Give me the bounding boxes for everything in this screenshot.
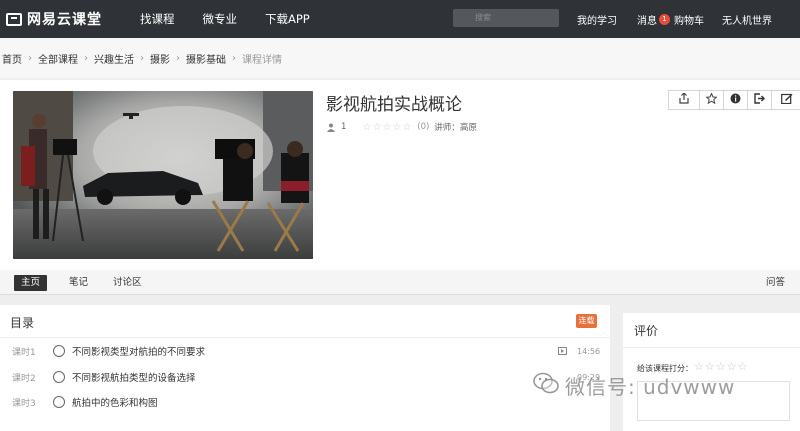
- review-count: (0): [417, 122, 430, 132]
- nav-micro-major[interactable]: 微专业: [203, 11, 238, 27]
- breadcrumb: 首页 › 全部课程 › 兴趣生活 › 摄影 › 摄影基础 › 课程详情: [0, 38, 800, 78]
- logo-text: 网易云课堂: [27, 12, 102, 28]
- tab-forum[interactable]: 讨论区: [113, 275, 142, 291]
- user-nav: 我的学习 消息 1 购物车 无人机世界: [577, 0, 800, 38]
- lesson-number: 课时2: [12, 373, 36, 384]
- share-button[interactable]: [668, 90, 700, 110]
- edit-button[interactable]: [771, 90, 800, 110]
- top-nav-bar: 网易云课堂 找课程 微专业 下载APP 搜索 我的学习 消息 1 购物车 无人机…: [0, 0, 800, 38]
- message-count-badge: 1: [659, 13, 670, 25]
- catalog-title: 目录: [10, 316, 35, 330]
- tab-notes[interactable]: 笔记: [69, 275, 88, 291]
- info-icon: [730, 93, 741, 107]
- info-button[interactable]: [723, 90, 748, 110]
- course-cover-image: [13, 91, 313, 259]
- logo[interactable]: 网易云课堂: [6, 9, 116, 29]
- my-study-link[interactable]: 我的学习: [577, 12, 617, 27]
- lesson-name[interactable]: 不同影视航拍类型的设备选择: [72, 370, 196, 384]
- share-icon: [679, 92, 689, 107]
- lesson-duration: 14:56: [577, 346, 601, 356]
- progress-circle-icon: [53, 371, 65, 383]
- breadcrumb-photo-basics[interactable]: 摄影基础: [186, 51, 226, 66]
- breadcrumb-separator: ›: [232, 52, 236, 64]
- lecturer-name[interactable]: 高原: [460, 121, 477, 133]
- breadcrumb-current: 课程详情: [242, 54, 282, 66]
- course-action-buttons: [668, 90, 800, 110]
- progress-circle-icon: [53, 396, 65, 408]
- student-count: 1: [341, 122, 347, 132]
- progress-circle-icon: [53, 345, 65, 357]
- tab-home[interactable]: 主页: [14, 275, 47, 291]
- exit-icon: [754, 93, 765, 107]
- lesson-number: 课时1: [12, 347, 36, 358]
- video-icon: [558, 347, 567, 355]
- breadcrumb-interest[interactable]: 兴趣生活: [94, 51, 134, 66]
- lesson-name[interactable]: 不同影视类型对航拍的不同要求: [72, 344, 205, 358]
- breadcrumb-separator: ›: [84, 52, 88, 64]
- messages-link[interactable]: 消息: [637, 12, 657, 27]
- course-rating-stars: ☆☆☆☆☆: [362, 121, 413, 133]
- wechat-watermark: 微信号: udvwww: [533, 371, 735, 400]
- breadcrumb-home[interactable]: 首页: [2, 51, 22, 66]
- watermark-text: 微信号: udvwww: [565, 375, 736, 399]
- divider: [0, 337, 610, 338]
- tab-qa[interactable]: 问答: [766, 275, 785, 291]
- lesson-item[interactable]: 课时3 航拍中的色彩和构图: [0, 393, 610, 411]
- cart-link[interactable]: 购物车: [674, 12, 704, 27]
- lecturer-label: 讲师：: [434, 123, 460, 133]
- serial-status-badge: 连载: [576, 314, 597, 328]
- star-icon: [705, 92, 718, 107]
- breadcrumb-separator: ›: [176, 52, 180, 64]
- breadcrumb-separator: ›: [28, 52, 32, 64]
- course-meta: 1 ☆☆☆☆☆ (0) 讲师： 高原: [327, 121, 477, 133]
- search-input[interactable]: 搜索: [453, 9, 559, 27]
- user-icon: [327, 123, 335, 132]
- nav-find-courses[interactable]: 找课程: [140, 11, 175, 27]
- logo-icon: [6, 12, 22, 26]
- breadcrumb-photography[interactable]: 摄影: [150, 51, 170, 66]
- lesson-item[interactable]: 课时2 不同影视航拍类型的设备选择 09:29: [0, 368, 610, 386]
- nav-download-app[interactable]: 下载APP: [265, 11, 310, 27]
- course-header-card: 影视航拍实战概论 1 ☆☆☆☆☆ (0) 讲师： 高原: [0, 80, 800, 270]
- rating-title: 评价: [634, 324, 659, 338]
- exit-button[interactable]: [747, 90, 772, 110]
- username-link[interactable]: 无人机世界: [722, 12, 772, 27]
- lesson-item[interactable]: 课时1 不同影视类型对航拍的不同要求 14:56: [0, 342, 610, 360]
- lesson-number: 课时3: [12, 398, 36, 409]
- course-tabs: 主页 笔记 讨论区 问答: [0, 270, 800, 295]
- course-title: 影视航拍实战概论: [326, 95, 462, 115]
- wechat-icon: [533, 372, 559, 399]
- lesson-name[interactable]: 航拍中的色彩和构图: [72, 395, 158, 409]
- catalog-panel: 目录 连载 课时1 不同影视类型对航拍的不同要求 14:56 课时2 不同影视航…: [0, 305, 610, 431]
- breadcrumb-separator: ›: [140, 52, 144, 64]
- favorite-button[interactable]: [699, 90, 724, 110]
- edit-icon: [781, 93, 793, 107]
- breadcrumb-all-courses[interactable]: 全部课程: [38, 51, 78, 66]
- divider: [623, 347, 800, 348]
